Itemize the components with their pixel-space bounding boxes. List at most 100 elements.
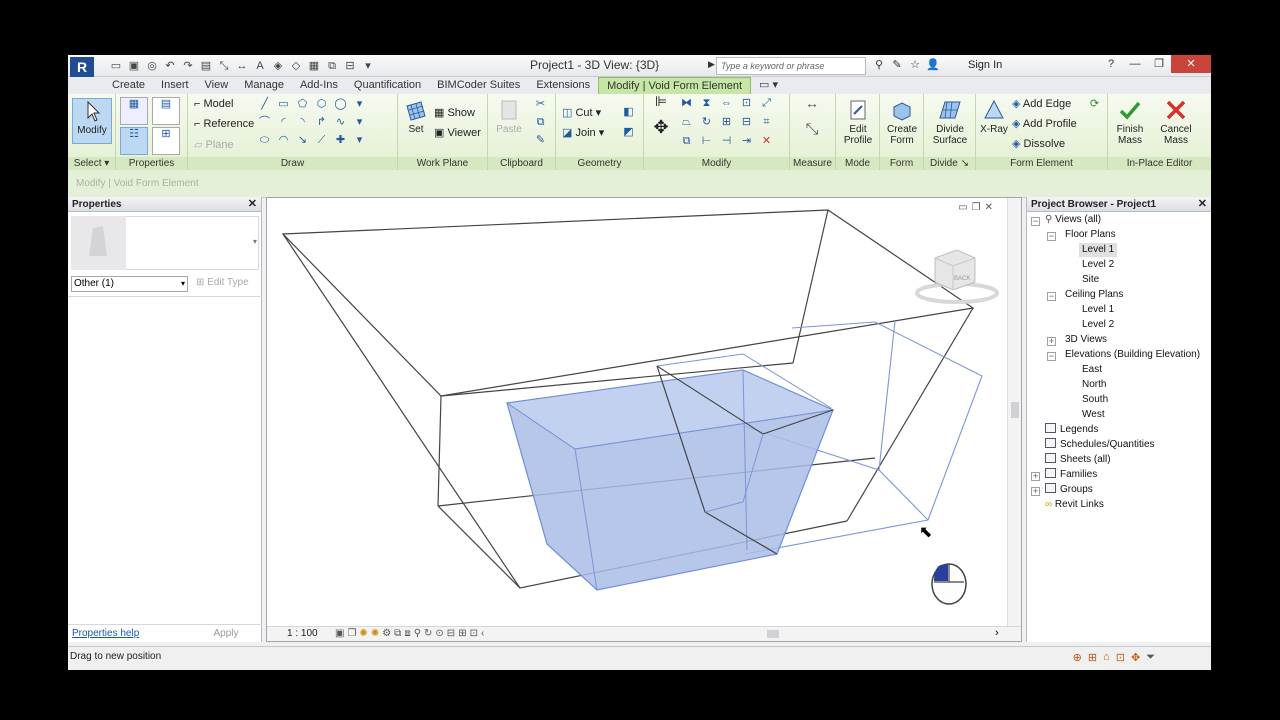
search-input[interactable]: Type a keyword or phrase <box>716 57 866 75</box>
star-icon[interactable]: ☆ <box>908 58 922 72</box>
expand-toggle[interactable]: + <box>1031 487 1040 496</box>
dissolve-button[interactable]: ◈ Dissolve <box>1012 137 1065 150</box>
drag-elements-icon[interactable]: ✥ <box>1131 651 1140 664</box>
restore-icon[interactable]: ❐ <box>972 202 985 213</box>
expand-toggle[interactable]: + <box>1031 472 1040 481</box>
tree-node-views[interactable]: ⚲ Views (all) <box>1045 213 1101 227</box>
scale-icon[interactable]: ⤢ <box>760 97 773 110</box>
split-icon[interactable]: ⊞ <box>720 116 733 129</box>
dropdown-icon[interactable]: ▾ <box>353 98 366 111</box>
tree-node-floor-plans[interactable]: Floor Plans <box>1065 228 1116 242</box>
rectangle-icon[interactable]: ▭ <box>277 98 290 111</box>
tree-node-3d-views[interactable]: 3D Views <box>1065 333 1107 347</box>
minimize-icon[interactable]: — <box>1123 55 1147 73</box>
restore-icon[interactable]: ❐ <box>1147 55 1171 73</box>
highlight-icon[interactable]: ⊞ <box>458 627 466 641</box>
switch-windows-icon[interactable]: ⊟ <box>342 58 358 74</box>
measure-icon[interactable]: ⤡ <box>216 58 232 74</box>
unpin-icon[interactable]: ⌗ <box>760 116 773 129</box>
save-icon[interactable]: ▣ <box>126 58 142 74</box>
measure-distance-button[interactable]: ↔ <box>794 96 830 111</box>
arc-tangent-icon[interactable]: ◝ <box>296 116 309 129</box>
detail-level-icon[interactable]: ▣ <box>335 627 344 641</box>
tab-bimcoder-suites[interactable]: BIMCoder Suites <box>429 77 528 94</box>
delete-icon[interactable]: ✕ <box>760 135 773 148</box>
filter-icon[interactable]: ⏷ <box>1146 651 1155 664</box>
move-button[interactable]: ✥ <box>650 118 672 136</box>
type-properties-icon[interactable]: ▦ <box>120 97 148 125</box>
redo-icon[interactable]: ↷ <box>180 58 196 74</box>
pick-lines-icon[interactable]: ↘ <box>296 134 309 147</box>
collapse-toggle[interactable]: − <box>1031 217 1040 226</box>
fillet-arc-icon[interactable]: ↱ <box>315 116 328 129</box>
plane-button[interactable]: ▱ Plane <box>194 138 234 151</box>
close-icon[interactable]: ✕ <box>985 202 997 213</box>
select-pinned-icon[interactable]: ⌂ <box>1103 651 1110 664</box>
text-icon[interactable]: A <box>252 58 268 74</box>
select-underlay-icon[interactable]: ⊞ <box>1088 651 1097 664</box>
tree-node-families[interactable]: Families <box>1045 468 1097 482</box>
cancel-mass-button[interactable]: Cancel Mass <box>1158 98 1194 146</box>
crop-view-icon[interactable]: ⧉ <box>394 627 401 641</box>
horizontal-scroll-thumb[interactable] <box>767 630 779 638</box>
render-icon[interactable]: ⚙ <box>382 627 391 641</box>
copy-element-icon[interactable]: ⧉ <box>680 135 693 148</box>
scrollbar-thumb[interactable] <box>1011 402 1019 418</box>
tab-modify-void-form-element[interactable]: Modify | Void Form Element <box>598 77 752 94</box>
sun-path-icon[interactable]: ✺ <box>359 627 367 641</box>
panel-divide-label[interactable]: Divide ↘ <box>924 157 975 170</box>
arc-center-icon[interactable]: ◜ <box>277 116 290 129</box>
hide-crop-icon[interactable]: ⧈ <box>404 627 410 641</box>
extend-icon[interactable]: ⇥ <box>740 135 753 148</box>
offset-icon[interactable]: ⇔ <box>720 97 733 110</box>
add-edge-button[interactable]: ◈ Add Edge <box>1012 97 1071 110</box>
tab-view[interactable]: View <box>197 77 237 94</box>
finish-mass-button[interactable]: Finish Mass <box>1112 98 1148 146</box>
help-icon[interactable]: ? <box>1099 55 1123 73</box>
close-icon[interactable]: ✕ <box>248 197 257 212</box>
analysis-icon[interactable]: ⊟ <box>447 627 455 641</box>
copy-icon[interactable]: ⧉ <box>534 116 547 129</box>
tree-node-north[interactable]: North <box>1082 378 1106 392</box>
open-icon[interactable]: ▭ <box>108 58 124 74</box>
tab-insert[interactable]: Insert <box>153 77 197 94</box>
close-hidden-icon[interactable]: ⧉ <box>324 58 340 74</box>
tree-node-ceiling-level1[interactable]: Level 1 <box>1082 303 1114 317</box>
mirror-axis-icon[interactable]: ⧓ <box>680 97 693 110</box>
viewer-button[interactable]: ▣ Viewer <box>434 126 481 139</box>
tree-node-groups[interactable]: Groups <box>1045 483 1093 497</box>
lock-3d-icon[interactable]: ⊙ <box>435 627 443 641</box>
view-canvas-3d[interactable]: BACK ▭❐✕ ⬉ 1 : 100 ▣ ❐ ✺ ✺ ⚙ ⧉ ⧈ ⚲ ↻ ⊙ ⊟… <box>266 197 1022 642</box>
show-work-plane-button[interactable]: ▦ Show <box>434 106 475 119</box>
tab-add-ins[interactable]: Add-Ins <box>292 77 346 94</box>
tree-node-south[interactable]: South <box>1082 393 1108 407</box>
match-type-icon[interactable]: ✎ <box>534 134 547 147</box>
panel-select-label[interactable]: Select ▾ <box>68 157 115 170</box>
tree-node-site[interactable]: Site <box>1082 273 1099 287</box>
tree-node-sheets[interactable]: Sheets (all) <box>1045 453 1111 467</box>
modify-button[interactable]: Modify <box>72 98 112 144</box>
section-icon[interactable]: ◇ <box>288 58 304 74</box>
add-profile-button[interactable]: ◈ Add Profile <box>1012 117 1077 130</box>
view-scale[interactable]: 1 : 100 <box>287 628 318 639</box>
x-ray-button[interactable]: X-Ray <box>978 98 1010 135</box>
properties-help-link[interactable]: Properties help <box>72 628 139 639</box>
family-types-icon[interactable]: ▤ <box>152 97 180 125</box>
dropdown-icon-3[interactable]: ▾ <box>353 134 366 147</box>
select-by-face-icon[interactable]: ⊡ <box>1116 651 1125 664</box>
tree-node-ceiling-plans[interactable]: Ceiling Plans <box>1065 288 1123 302</box>
family-category-icon[interactable]: ⊞ <box>152 127 180 155</box>
model-geometry[interactable]: BACK <box>267 198 1007 626</box>
pick-new-host-button[interactable]: ⟳ <box>1090 97 1099 110</box>
tree-node-schedules[interactable]: Schedules/Quantities <box>1045 438 1155 452</box>
3d-view-icon[interactable]: ◈ <box>270 58 286 74</box>
edit-type-button[interactable]: ⊞ Edit Type <box>196 277 249 288</box>
mirror-draw-icon[interactable]: ⧗ <box>700 97 713 110</box>
collapse-toggle[interactable]: − <box>1047 352 1056 361</box>
paint-icon[interactable]: ◩ <box>622 126 635 139</box>
sync-icon[interactable]: ◎ <box>144 58 160 74</box>
tree-node-legends[interactable]: Legends <box>1045 423 1098 437</box>
vertical-scrollbar[interactable] <box>1007 198 1021 628</box>
customize-qat-icon[interactable]: ▾ <box>360 58 376 74</box>
polygon-icon[interactable]: ⬠ <box>296 98 309 111</box>
